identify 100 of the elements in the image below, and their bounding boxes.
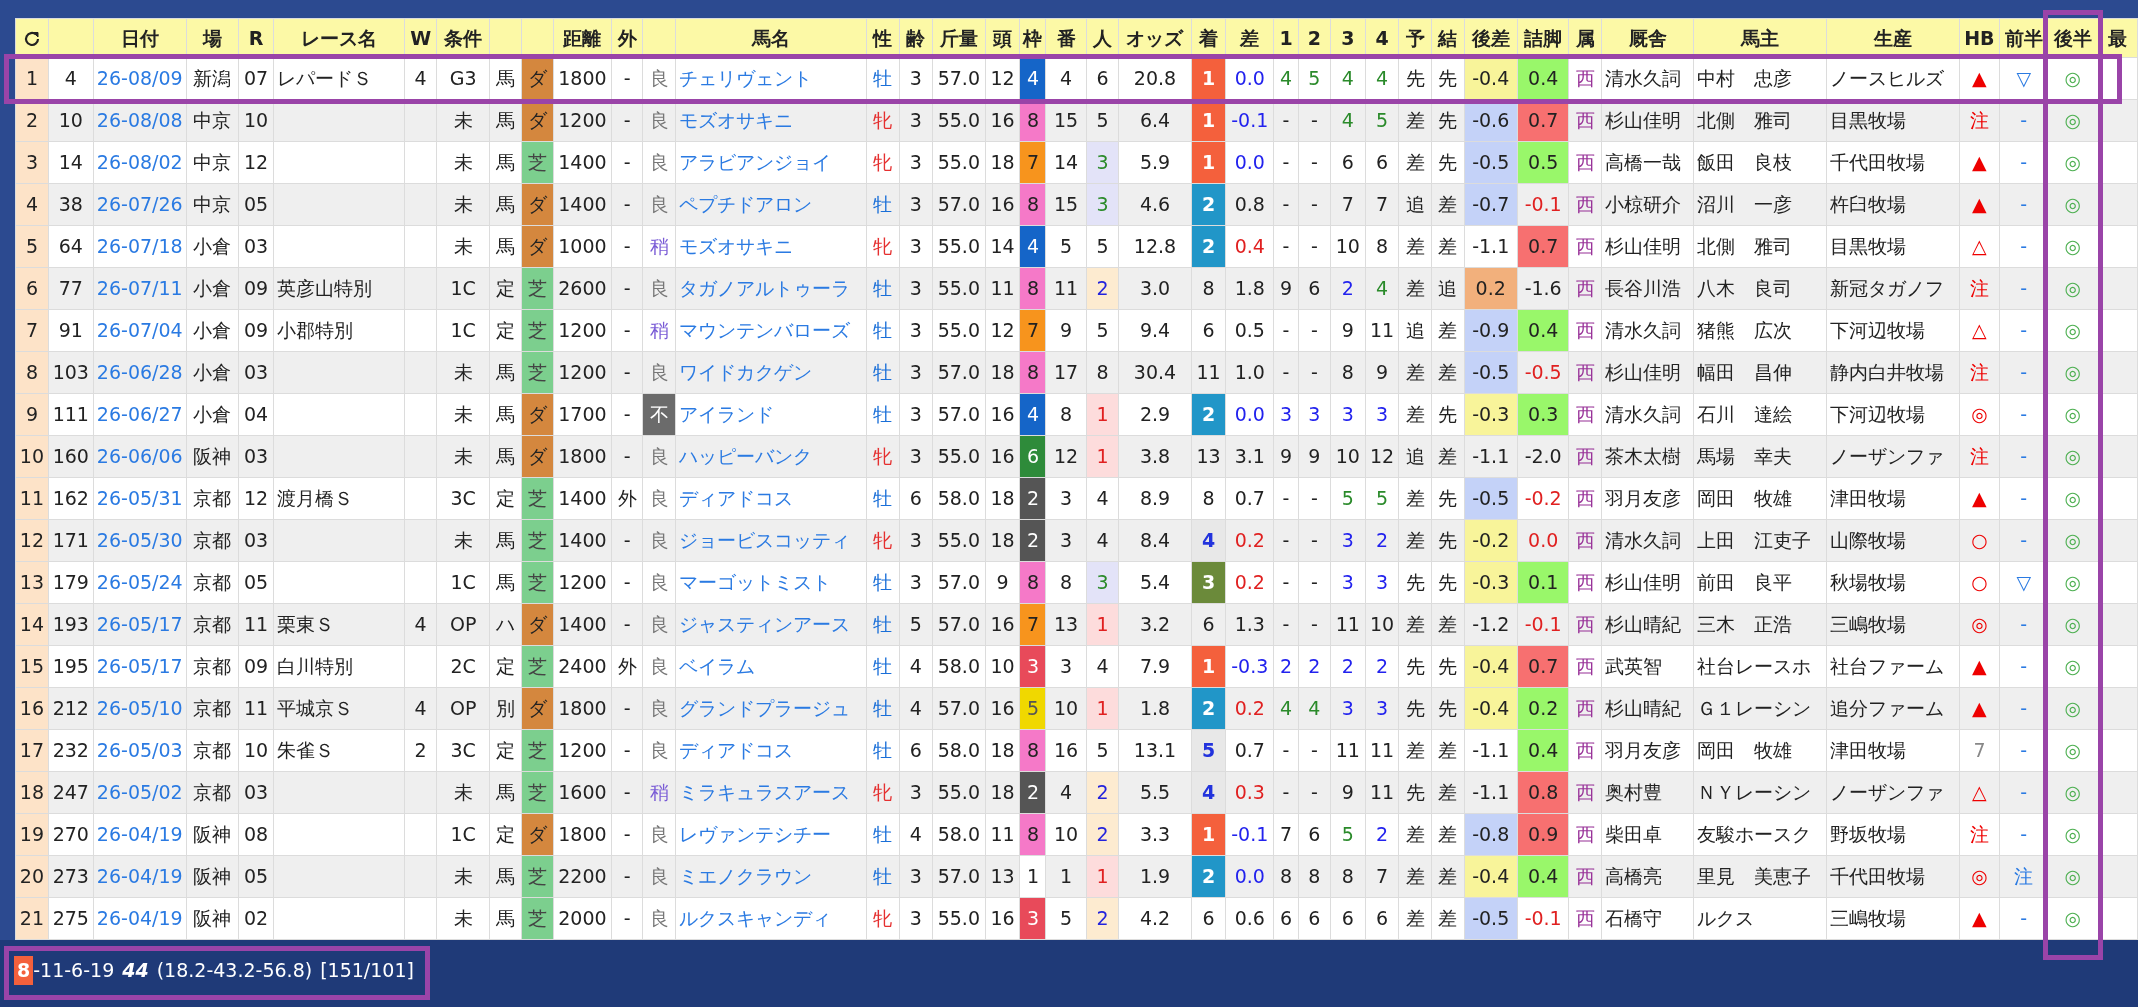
table-cell: 08 [238, 813, 274, 856]
table-cell: 8 [1365, 225, 1399, 268]
table-cell: 岡田 牧雄 [1693, 477, 1827, 520]
table-cell: 10 [1330, 225, 1366, 268]
table-cell: 9.4 [1118, 309, 1192, 352]
table-cell: 牡 [866, 855, 899, 898]
table-cell: 西 [1568, 225, 1602, 268]
table-cell: 160 [48, 435, 94, 478]
table-cell: 16 [1045, 729, 1087, 772]
table-cell: 3.3 [1118, 813, 1192, 856]
table-cell: 津田牧場 [1826, 729, 1960, 772]
table-cell: 0.5 [1225, 309, 1274, 352]
table-cell: 8 [1298, 855, 1331, 898]
table-cell: 差 [1399, 141, 1432, 184]
table-cell: 幅田 昌伸 [1693, 351, 1827, 394]
table-cell: -1.1 [1464, 225, 1518, 268]
table-cell: 275 [48, 897, 94, 940]
table-cell: 3 [899, 183, 933, 226]
table-cell: 18 [985, 729, 1020, 772]
table-cell: 先 [1431, 561, 1464, 604]
table-cell: 18 [985, 351, 1020, 394]
table-cell: 9 [1330, 771, 1366, 814]
table-cell: - [1298, 141, 1331, 184]
table-cell: 05 [238, 183, 274, 226]
table-cell: - [1273, 183, 1299, 226]
cell-text: 4 [1201, 529, 1216, 552]
table-cell: 3 [899, 393, 933, 436]
table-cell: -0.1 [1225, 813, 1274, 856]
table-cell: 1200 [553, 729, 612, 772]
table-cell: 05 [238, 561, 274, 604]
table-cell: 注 [1959, 435, 2000, 478]
table-cell: 3 [899, 351, 933, 394]
table-cell: 16 [985, 435, 1020, 478]
table-cell: 270 [48, 813, 94, 856]
row-number: 7 [15, 309, 49, 352]
table-cell: 杉山晴紀 [1601, 687, 1694, 730]
table-cell: 西 [1568, 771, 1602, 814]
table-cell: 4 [899, 645, 933, 688]
cell-text: 6 [1026, 445, 1039, 468]
table-cell: 2 [1273, 645, 1299, 688]
table-cell: 1800 [553, 435, 612, 478]
table-cell: 09 [238, 645, 274, 688]
table-cell: -0.5 [1464, 141, 1518, 184]
table-cell: 14 [1045, 141, 1087, 184]
table-cell: 牡 [866, 477, 899, 520]
table-cell: ハ [489, 603, 521, 646]
cell-text: 2 [1026, 529, 1039, 552]
table-cell: 58.0 [932, 645, 986, 688]
table-cell: -2.0 [1517, 435, 1569, 478]
cell-text: 2 [1096, 277, 1109, 300]
table-cell: 0.4 [1225, 225, 1274, 268]
table-cell: 3C [436, 477, 490, 520]
table-cell: - [611, 729, 643, 772]
table-cell: 1400 [553, 183, 612, 226]
table-cell: 03 [238, 519, 274, 562]
table-cell: 西 [1568, 393, 1602, 436]
table-cell: 1C [436, 561, 490, 604]
table-cell: 12 [238, 477, 274, 520]
table-cell: 6 [1330, 897, 1366, 940]
table-cell: 5 [1365, 477, 1399, 520]
table-cell: 小倉 [186, 393, 239, 436]
table-cell: 京都 [186, 645, 239, 688]
table-cell: 57.0 [932, 603, 986, 646]
cell-text: 1 [1201, 67, 1216, 90]
table-cell: 3 [899, 267, 933, 310]
table-cell: 1700 [553, 393, 612, 436]
row-number: 20 [15, 855, 49, 898]
table-cell: 13.1 [1118, 729, 1192, 772]
table-cell: 山際牧場 [1826, 519, 1960, 562]
table-cell: 石橋守 [1601, 897, 1694, 940]
table-cell: 0.0 [1225, 141, 1274, 184]
table-cell: 0.2 [1225, 519, 1274, 562]
table-cell: 小倉 [186, 309, 239, 352]
table-cell: 232 [48, 729, 94, 772]
table-cell: 長谷川浩 [1601, 267, 1694, 310]
table-cell: 追分ファーム [1826, 687, 1960, 730]
table-cell: 前田 良平 [1693, 561, 1827, 604]
row-number: 21 [15, 897, 49, 940]
table-cell: 6 [1365, 897, 1399, 940]
table-cell: 3 [899, 309, 933, 352]
table-cell: - [1298, 309, 1331, 352]
table-cell: 2000 [553, 897, 612, 940]
table-cell: 3 [1365, 687, 1399, 730]
table-cell: 09 [238, 267, 274, 310]
cell-text: 1 [1096, 445, 1109, 468]
table-cell: 14 [48, 141, 94, 184]
table-cell: 4 [1086, 519, 1119, 562]
table-cell: 阪神 [186, 897, 239, 940]
table-cell: 差 [1431, 771, 1464, 814]
table-cell: 清水久詞 [1601, 519, 1694, 562]
cell-text: 2 [1201, 865, 1216, 888]
table-cell: 未 [436, 435, 490, 478]
table-cell: 奥村豊 [1601, 771, 1694, 814]
table-cell: ○ [1959, 561, 2000, 604]
table-cell: 12 [238, 141, 274, 184]
table-cell: 1.9 [1118, 855, 1192, 898]
table-cell: 11 [1365, 771, 1399, 814]
table-cell: 02 [238, 897, 274, 940]
table-cell: 外 [611, 477, 643, 520]
table-cell: 未 [436, 855, 490, 898]
